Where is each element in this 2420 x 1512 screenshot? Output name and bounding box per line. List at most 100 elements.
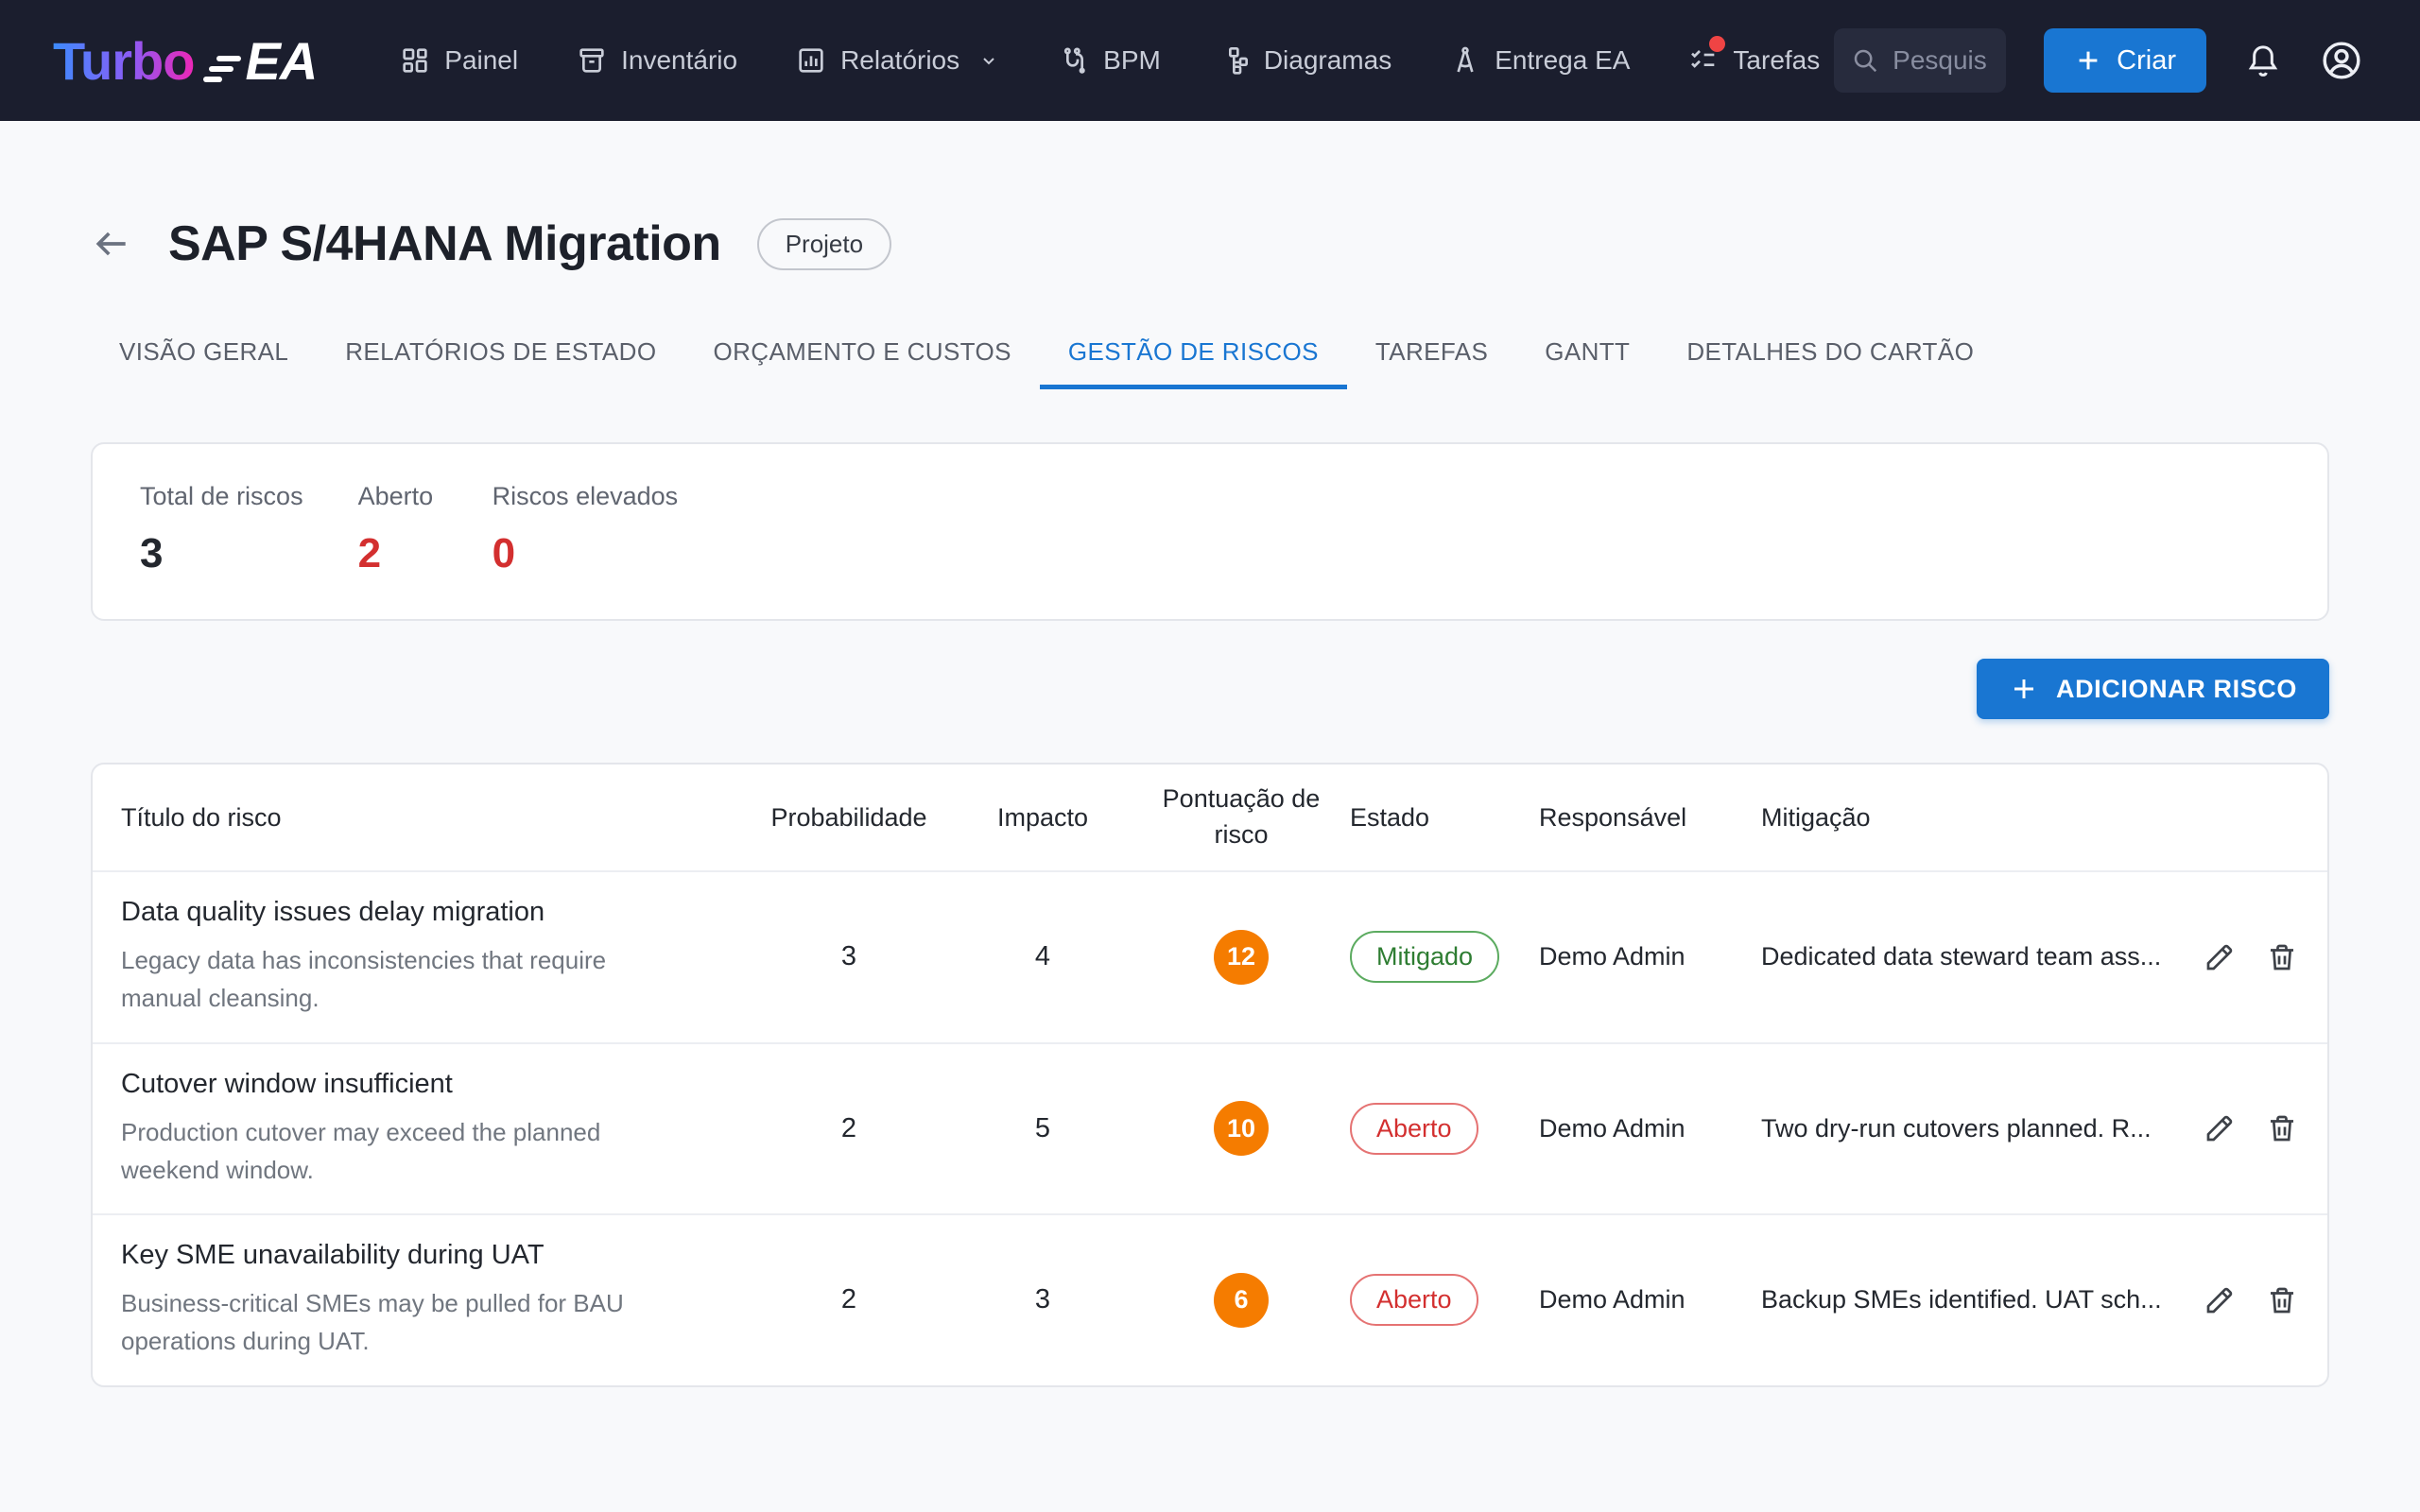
nav-item-diagramas[interactable]: Diagramas [1219, 45, 1392, 76]
inventory-icon [577, 45, 607, 76]
page-content: SAP S/4HANA Migration Projeto VISÃO GERA… [0, 215, 2420, 1387]
owner-value: Demo Admin [1520, 1114, 1742, 1143]
nav-item-tarefas[interactable]: Tarefas [1688, 45, 1820, 76]
nav-label: Painel [444, 45, 518, 76]
back-button[interactable] [91, 223, 132, 265]
risk-title-cell: Key SME unavailability during UAT Busine… [121, 1240, 764, 1361]
add-risk-button[interactable]: ADICIONAR RISCO [1977, 659, 2329, 719]
main-navigation: Painel Inventário Relatór [400, 45, 1820, 76]
stat-aberto: Aberto 2 [358, 482, 438, 577]
tab-gantt[interactable]: GANTT [1516, 319, 1658, 389]
probability-value: 2 [764, 1113, 934, 1144]
tab-detalhes-do-cartao[interactable]: DETALHES DO CARTÃO [1658, 319, 2002, 389]
risk-title-cell: Cutover window insufficient Production c… [121, 1069, 764, 1190]
status-cell: Aberto [1331, 1274, 1520, 1326]
tab-tarefas[interactable]: TAREFAS [1347, 319, 1516, 389]
type-badge: Projeto [757, 218, 891, 270]
stat-label: Total de riscos [140, 482, 303, 511]
global-search[interactable] [1834, 28, 2006, 93]
score-badge: 10 [1214, 1101, 1269, 1156]
probability-value: 2 [764, 1284, 934, 1315]
stat-value: 0 [493, 530, 679, 577]
nav-label: Diagramas [1264, 45, 1392, 76]
score-badge: 12 [1214, 930, 1269, 985]
nav-item-entrega-ea[interactable]: Entrega EA [1450, 45, 1630, 76]
status-cell: Mitigado [1331, 931, 1520, 983]
tab-orcamento-e-custos[interactable]: ORÇAMENTO E CUSTOS [684, 319, 1039, 389]
row-actions [2167, 1111, 2299, 1145]
delivery-icon [1450, 45, 1480, 76]
impact-value: 4 [934, 941, 1151, 972]
table-row: Cutover window insufficient Production c… [93, 1042, 2327, 1214]
status-badge: Mitigado [1350, 931, 1499, 983]
row-actions [2167, 1283, 2299, 1317]
nav-item-bpm[interactable]: BPM [1059, 45, 1161, 76]
col-header-title: Título do risco [121, 803, 764, 833]
edit-risk-button[interactable] [2203, 940, 2237, 974]
table-row: Key SME unavailability during UAT Busine… [93, 1213, 2327, 1385]
risk-description: Business-critical SMEs may be pulled for… [121, 1284, 688, 1361]
stat-label: Aberto [358, 482, 438, 511]
delete-risk-button[interactable] [2265, 940, 2299, 974]
impact-value: 5 [934, 1113, 1151, 1144]
score-badge: 6 [1214, 1273, 1269, 1328]
table-header-row: Título do risco Probabilidade Impacto Po… [93, 765, 2327, 870]
chevron-down-icon [977, 49, 1000, 72]
status-badge: Aberto [1350, 1103, 1478, 1155]
nav-item-inventario[interactable]: Inventário [577, 45, 737, 76]
logo-text-turbo: Turbo [53, 30, 194, 92]
page-title: SAP S/4HANA Migration [168, 215, 721, 272]
nav-item-painel[interactable]: Painel [400, 45, 518, 76]
stat-total-riscos: Total de riscos 3 [140, 482, 303, 577]
app-logo[interactable]: Turbo EA [53, 30, 317, 92]
stat-riscos-elevados: Riscos elevados 0 [493, 482, 679, 577]
nav-label: Relatórios [840, 45, 959, 76]
nav-label: Entrega EA [1495, 45, 1630, 76]
delete-risk-button[interactable] [2265, 1283, 2299, 1317]
tab-visao-geral[interactable]: VISÃO GERAL [91, 319, 317, 389]
plus-icon [2074, 46, 2102, 75]
create-button[interactable]: Criar [2044, 28, 2206, 93]
col-header-score: Pontuação de risco [1151, 782, 1331, 853]
notifications-button[interactable] [2244, 42, 2282, 79]
nav-label: Tarefas [1733, 45, 1820, 76]
plus-icon [2009, 674, 2039, 704]
logo-text-ea: EA [245, 30, 317, 92]
risk-title-cell: Data quality issues delay migration Lega… [121, 897, 764, 1018]
risk-title: Data quality issues delay migration [121, 897, 764, 928]
risk-summary-card: Total de riscos 3 Aberto 2 Riscos elevad… [91, 442, 2329, 621]
owner-value: Demo Admin [1520, 1285, 1742, 1314]
score-cell: 12 [1151, 930, 1331, 985]
risk-title: Cutover window insufficient [121, 1069, 764, 1100]
col-header-owner: Responsável [1520, 803, 1742, 833]
edit-risk-button[interactable] [2203, 1283, 2237, 1317]
search-icon [1851, 46, 1879, 75]
edit-risk-button[interactable] [2203, 1111, 2237, 1145]
tab-relatorios-de-estado[interactable]: RELATÓRIOS DE ESTADO [317, 319, 684, 389]
reports-icon [796, 45, 826, 76]
probability-value: 3 [764, 941, 934, 972]
impact-value: 3 [934, 1284, 1151, 1315]
speed-lines-icon [203, 54, 243, 86]
top-navbar: Turbo EA Painel [0, 0, 2420, 121]
user-avatar[interactable] [2320, 39, 2363, 82]
create-button-label: Criar [2117, 45, 2176, 77]
nav-label: Inventário [621, 45, 737, 76]
stat-value: 3 [140, 530, 303, 577]
col-header-probability: Probabilidade [764, 803, 934, 833]
stat-value: 2 [358, 530, 438, 577]
nav-item-relatorios[interactable]: Relatórios [796, 45, 1000, 76]
status-cell: Aberto [1331, 1103, 1520, 1155]
table-actions-row: ADICIONAR RISCO [91, 659, 2329, 719]
tab-gestao-de-riscos[interactable]: GESTÃO DE RISCOS [1040, 319, 1347, 389]
search-input[interactable] [1893, 45, 1987, 76]
score-cell: 10 [1151, 1101, 1331, 1156]
tab-bar: VISÃO GERAL RELATÓRIOS DE ESTADO ORÇAMEN… [91, 319, 2329, 389]
col-header-status: Estado [1331, 803, 1520, 833]
diagrams-icon [1219, 45, 1250, 76]
nav-label: BPM [1103, 45, 1161, 76]
navbar-right-cluster: Criar [1834, 28, 2363, 93]
col-header-impact: Impacto [934, 803, 1151, 833]
mitigation-value: Two dry-run cutovers planned. R... [1742, 1114, 2167, 1143]
delete-risk-button[interactable] [2265, 1111, 2299, 1145]
